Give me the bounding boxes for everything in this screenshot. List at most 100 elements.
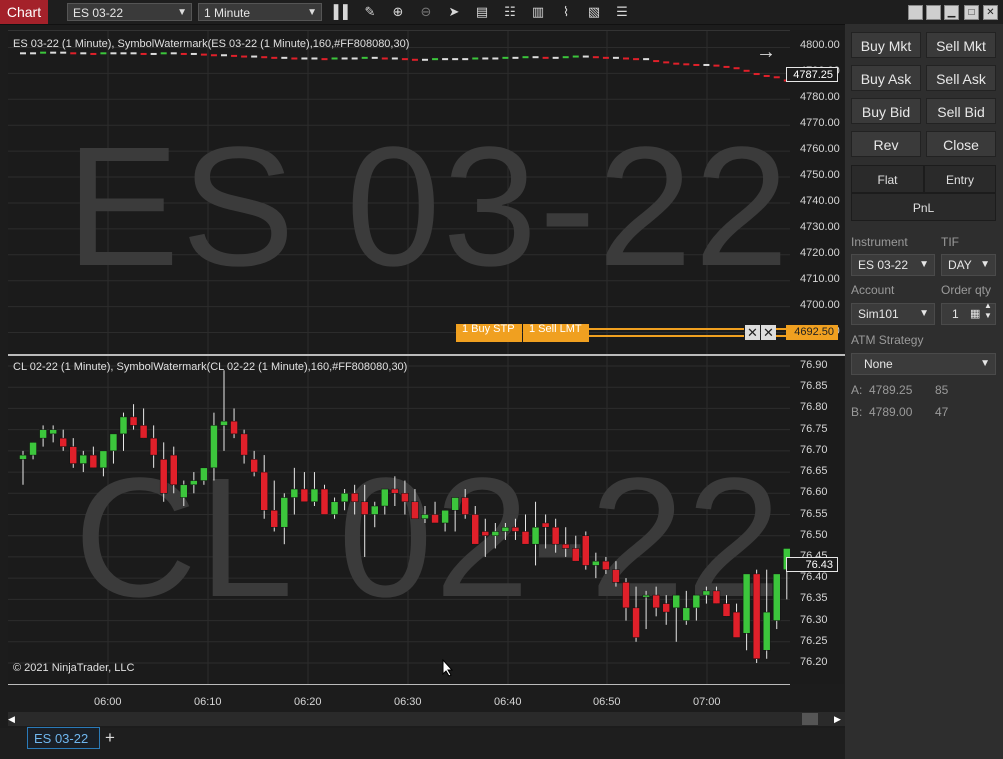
es-bar — [120, 52, 127, 55]
es-order-price: 4692.50 — [786, 325, 838, 340]
restore-icon[interactable] — [926, 5, 941, 20]
flat-button[interactable]: Flat — [851, 165, 924, 193]
pnl-button[interactable]: PnL — [851, 193, 996, 221]
cl-candles — [19, 370, 790, 663]
es-price-tick: 4730.00 — [800, 220, 840, 233]
data-series-icon[interactable]: ▤ — [472, 3, 492, 21]
cl-price-tick: 76.65 — [800, 465, 828, 478]
es-price-panel[interactable]: ES 03-22 ES 03-22 (1 Minute), SymbolWate… — [8, 30, 790, 354]
es-bar — [482, 57, 489, 60]
draw-icon[interactable]: ✎ — [360, 3, 380, 21]
cl-candle — [230, 420, 238, 435]
cl-price-tick: 76.55 — [800, 507, 828, 520]
cl-candle — [471, 514, 479, 545]
es-bar — [542, 56, 549, 59]
cl-candle — [682, 607, 691, 621]
cl-candle — [501, 526, 510, 532]
cancel-order-icon[interactable]: ✕ — [761, 325, 776, 340]
chart-scrollbar[interactable]: ◀ ▶ — [8, 712, 845, 726]
cl-candle — [551, 526, 560, 545]
cl-candle — [360, 501, 369, 515]
es-series-label: ES 03-22 (1 Minute), SymbolWatermark(ES … — [13, 38, 410, 50]
buy-ask-button[interactable]: Buy Ask — [851, 65, 921, 91]
strategies-icon[interactable]: ⌇ — [556, 3, 576, 21]
es-bar — [40, 51, 47, 54]
cl-candle — [109, 433, 118, 452]
scroll-right-icon[interactable]: ▶ — [834, 714, 841, 725]
close-icon[interactable]: ✕ — [983, 5, 998, 20]
cl-candle — [411, 501, 419, 519]
sell-bid-button[interactable]: Sell Bid — [926, 98, 996, 124]
add-tab-button[interactable]: + — [105, 728, 115, 748]
tab-es-03-22[interactable]: ES 03-22 — [27, 727, 100, 749]
order-sell-lmt[interactable]: 1 Sell LMT — [523, 324, 589, 342]
order-buy-stp[interactable]: 1 Buy STP — [456, 324, 522, 342]
es-bar — [331, 57, 338, 60]
interval-selector[interactable]: 1 Minute ▼ — [198, 3, 322, 21]
sell-mkt-button[interactable]: Sell Mkt — [926, 32, 996, 58]
es-price-tick: 4710.00 — [800, 272, 840, 285]
buy-mkt-button[interactable]: Buy Mkt — [851, 32, 921, 58]
zoom-out-icon[interactable]: ⊖ — [416, 3, 436, 21]
es-bar — [251, 55, 258, 58]
es-bar — [552, 56, 559, 59]
list-icon[interactable]: ☰ — [612, 3, 632, 21]
close-button[interactable]: Close — [926, 131, 996, 157]
zoom-in-icon[interactable]: ⊕ — [388, 3, 408, 21]
tif-dropdown[interactable]: DAY ▼ — [941, 254, 996, 276]
scroll-thumb[interactable] — [802, 713, 818, 725]
indicators-icon[interactable]: ▧ — [584, 3, 604, 21]
pointer-icon[interactable]: ➤ — [444, 3, 464, 21]
cl-price-tick: 76.85 — [800, 380, 828, 393]
time-tick: 07:00 — [693, 696, 721, 708]
instrument-dropdown[interactable]: ES 03-22 ▼ — [851, 254, 935, 276]
order-line[interactable]: 1 Buy STP 1 Sell LMT ✕ ✕ — [456, 324, 790, 342]
cl-candle — [582, 535, 590, 566]
buy-bid-button[interactable]: Buy Bid — [851, 98, 921, 124]
order-qty-stepper[interactable]: 1 ▦ ▲ ▼ — [941, 301, 996, 325]
cl-candle — [531, 526, 540, 545]
cl-candle — [210, 425, 218, 469]
account-dropdown[interactable]: Sim101 ▼ — [851, 303, 935, 325]
maximize-icon[interactable]: □ — [964, 5, 979, 20]
cl-price-tick: 76.25 — [800, 634, 828, 647]
scroll-left-icon[interactable]: ◀ — [8, 714, 15, 725]
es-bar — [70, 52, 77, 55]
cl-candle — [612, 569, 620, 583]
chart-tab[interactable]: Chart — [0, 0, 48, 24]
es-price-axis[interactable]: 4800.004790.004780.004770.004760.004750.… — [786, 30, 844, 353]
cl-candle — [350, 493, 359, 503]
cl-candle — [702, 590, 711, 596]
calculator-icon[interactable]: ▦ — [970, 304, 980, 324]
atm-strategy-dropdown[interactable]: None ▼ — [851, 353, 996, 375]
es-price-tick: 4720.00 — [800, 246, 840, 259]
arrow-right-icon[interactable]: → — [756, 41, 776, 64]
restore-icon[interactable] — [908, 5, 923, 20]
cl-candle — [572, 548, 580, 562]
stepper-arrows-icon[interactable]: ▲ ▼ — [984, 301, 992, 321]
instrument-selector[interactable]: ES 03-22 ▼ — [67, 3, 192, 21]
ask-label: A: — [851, 383, 863, 397]
time-tick: 06:50 — [593, 696, 621, 708]
es-bar — [271, 56, 278, 59]
account-label: Account — [851, 283, 895, 297]
es-bar — [231, 54, 238, 57]
minimize-icon[interactable]: ▁ — [944, 5, 959, 20]
chart-trader-icon[interactable]: ▥ — [528, 3, 548, 21]
cl-price-panel[interactable]: CL 02-22 CL 02-22 (1 Minute), SymbolWate… — [8, 356, 790, 684]
sell-ask-button[interactable]: Sell Ask — [926, 65, 996, 91]
entry-button[interactable]: Entry — [924, 165, 996, 193]
cancel-order-icon[interactable]: ✕ — [745, 325, 760, 340]
es-bar — [733, 67, 740, 70]
cl-candle — [431, 514, 439, 524]
cl-price-axis[interactable]: 76.90 76.85 76.80 76.75 76.70 76.65 76.60 76.55… — [786, 356, 844, 684]
interval-selector-value: 1 Minute — [204, 6, 251, 20]
rev-button[interactable]: Rev — [851, 131, 921, 157]
time-tick: 06:20 — [294, 696, 322, 708]
es-bar — [170, 52, 177, 55]
bar-type-icon[interactable]: ▌▌ — [333, 3, 353, 21]
cl-candle — [762, 611, 771, 651]
es-bar — [150, 52, 157, 55]
es-bar — [703, 63, 710, 66]
properties-icon[interactable]: ☷ — [500, 3, 520, 21]
